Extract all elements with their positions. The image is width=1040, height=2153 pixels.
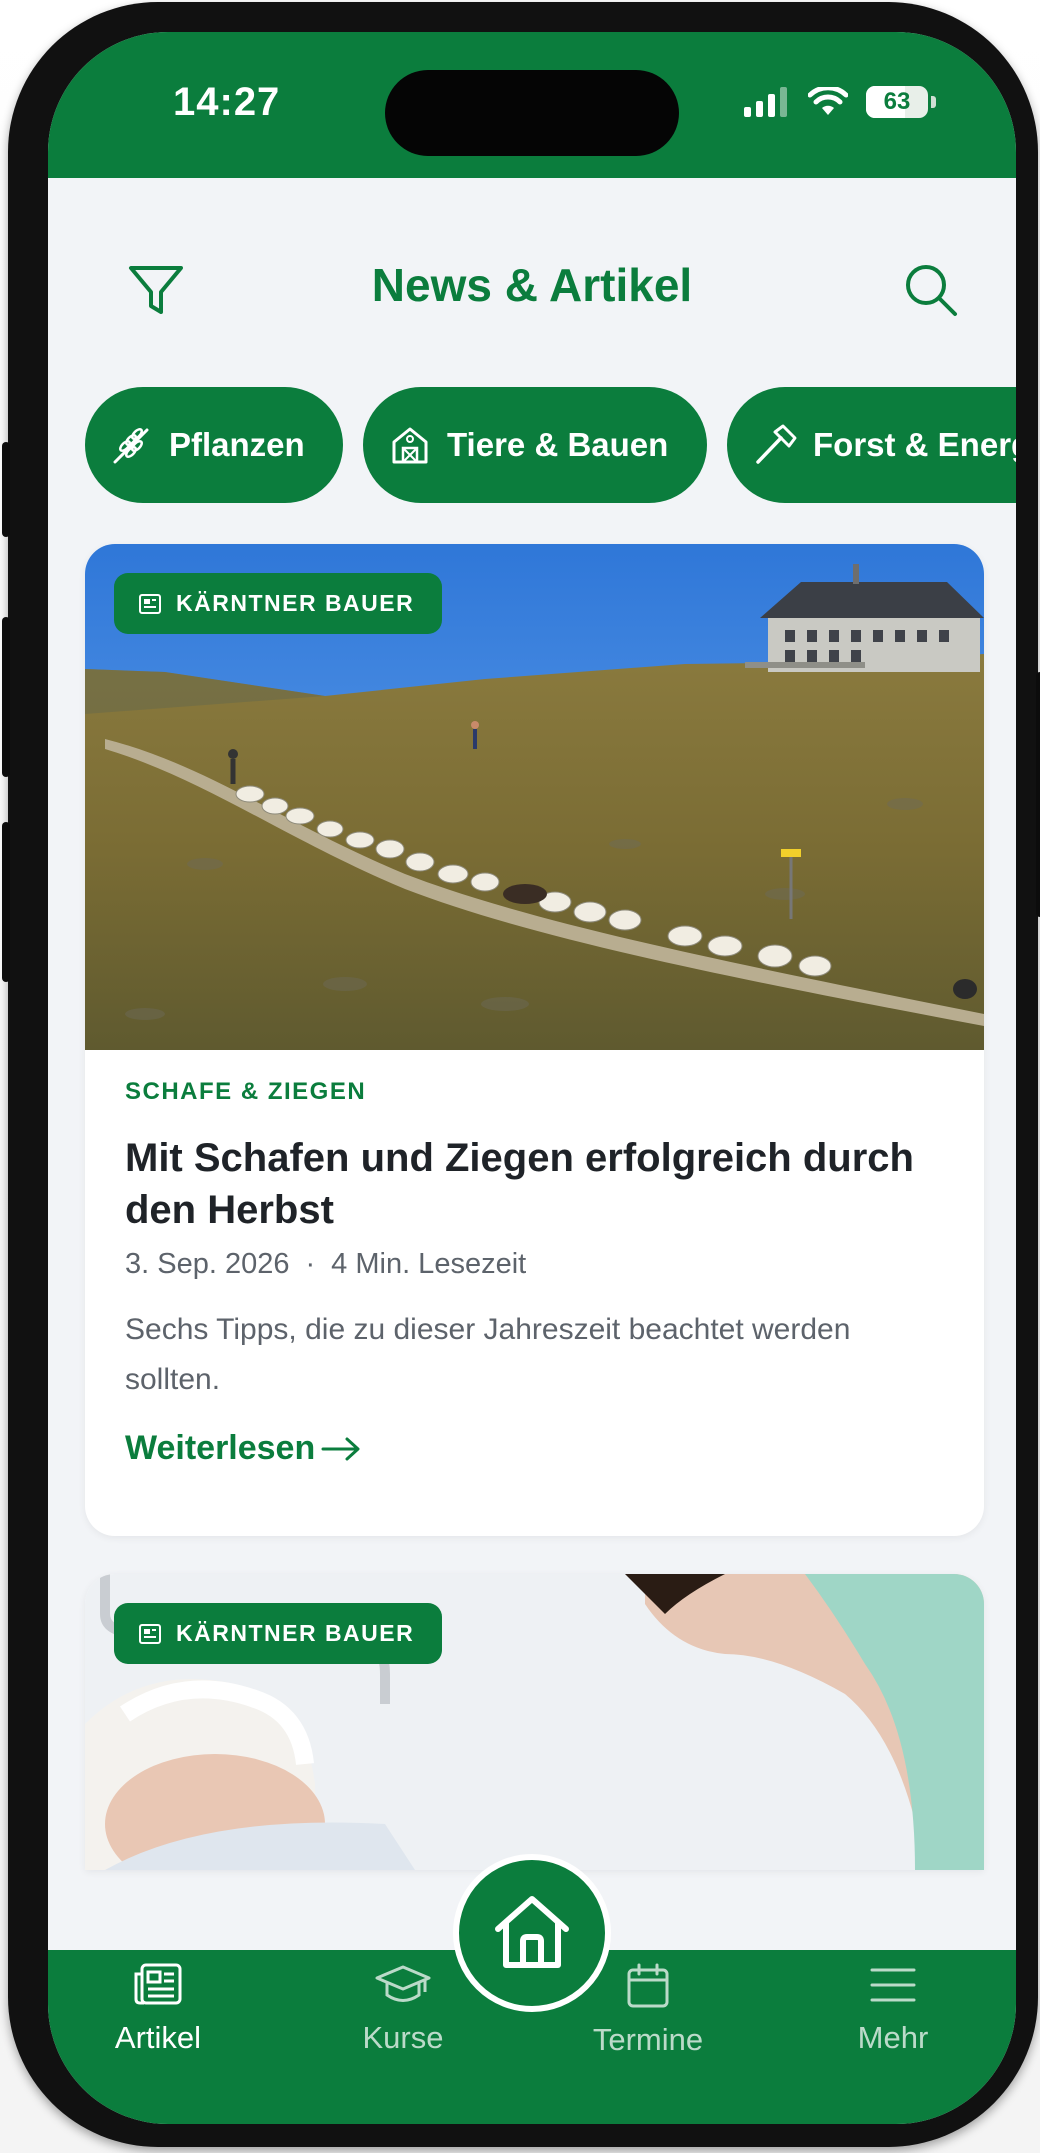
article-title[interactable]: Mit Schafen und Ziegen erfolgreich durch… — [125, 1132, 944, 1236]
newspaper-icon — [139, 593, 161, 614]
wheat-icon — [113, 428, 149, 464]
chip-label: Pflanzen — [169, 426, 305, 463]
article-meta: 3. Sep. 2026 · 4 Min. Lesezeit — [125, 1248, 944, 1281]
nav-label: Mehr — [857, 2020, 929, 2055]
page-title: News & Artikel — [371, 259, 693, 311]
status-icons: 63 — [744, 86, 936, 118]
barn-icon — [392, 427, 428, 464]
power-button — [1036, 672, 1040, 917]
status-bar: 14:27 63 — [48, 32, 1016, 178]
chip-pflanzen[interactable]: Pflanzen — [85, 387, 343, 503]
search-button[interactable] — [901, 260, 961, 320]
article-excerpt: Sechs Tipps, die zu dieser Jahreszeit be… — [125, 1313, 851, 1396]
graduation-cap-icon — [375, 1965, 431, 2002]
app-header: News & Artikel — [48, 178, 1016, 398]
read-more-link[interactable]: Weiterlesen — [125, 1429, 944, 1468]
arrow-right-icon — [321, 1437, 360, 1460]
phone-frame: 14:27 63 News & Artikel Pflanzen Tiere &… — [2, 2, 1040, 2147]
screen: 14:27 63 News & Artikel Pflanzen Tiere &… — [48, 32, 1016, 2124]
article-read-time: 4 Min. Lesezeit — [331, 1248, 527, 1280]
volume-down-button — [2, 822, 10, 982]
volume-up-button — [2, 617, 10, 777]
mute-switch — [2, 442, 10, 537]
menu-icon — [870, 1968, 916, 2002]
article-card[interactable]: KÄRNTNER BAUER — [85, 1574, 984, 1870]
source-badge: KÄRNTNER BAUER — [114, 1603, 443, 1664]
read-more-label: Weiterlesen — [125, 1429, 316, 1467]
wifi-icon — [808, 87, 848, 115]
calendar-icon — [627, 1963, 669, 2008]
battery-label: 63 — [883, 88, 911, 115]
category-chips: Pflanzen Tiere & Bauen Forst & Energie — [85, 387, 1016, 503]
meta-separator: · — [305, 1248, 316, 1280]
nav-label: Artikel — [114, 2020, 202, 2055]
dynamic-island — [385, 70, 679, 156]
axe-icon — [756, 424, 797, 464]
nav-tab-artikel[interactable]: Artikel — [58, 1962, 258, 2082]
article-body: SCHAFE & ZIEGEN Mit Schafen und Ziegen e… — [125, 1078, 944, 1468]
chip-label: Tiere & Bauen — [447, 426, 669, 463]
nav-label: Termine — [592, 2022, 704, 2057]
home-button[interactable] — [453, 1854, 611, 2012]
chip-forst-energie[interactable]: Forst & Energie — [727, 387, 1016, 503]
article-card[interactable]: KÄRNTNER BAUER SCHAFE & ZIEGEN Mit Schaf… — [85, 544, 984, 1536]
chip-label: Forst & Energie — [813, 426, 1016, 463]
newspaper-icon — [134, 1963, 182, 2005]
signal-icon — [744, 87, 787, 117]
source-badge: KÄRNTNER BAUER — [114, 573, 443, 634]
status-time: 14:27 — [173, 80, 281, 124]
chip-tiere-bauen[interactable]: Tiere & Bauen — [363, 387, 707, 503]
battery-icon: 63 — [866, 86, 936, 118]
nav-label: Kurse — [362, 2020, 444, 2055]
source-label: KÄRNTNER BAUER — [176, 590, 415, 616]
source-label: KÄRNTNER BAUER — [176, 1620, 415, 1646]
search-icon — [906, 265, 957, 316]
home-icon — [495, 1896, 569, 1968]
article-date: 3. Sep. 2026 — [125, 1248, 290, 1280]
newspaper-icon — [139, 1623, 161, 1644]
article-category: SCHAFE & ZIEGEN — [125, 1078, 367, 1105]
nav-tab-mehr[interactable]: Mehr — [793, 1962, 993, 2082]
